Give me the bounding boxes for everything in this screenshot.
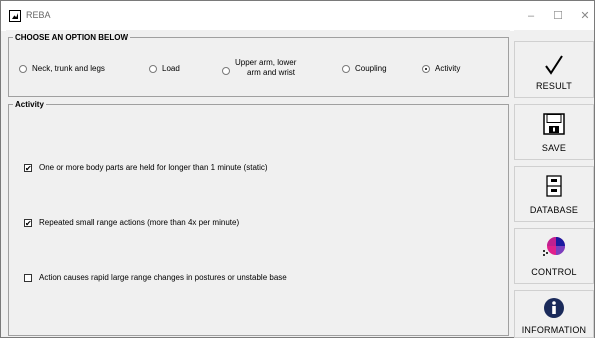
radio-activity[interactable] [422, 64, 430, 73]
checkbox-static[interactable]: ✔ [24, 163, 32, 172]
information-button[interactable]: INFORMATION [514, 290, 594, 338]
result-button[interactable]: RESULT [514, 41, 594, 98]
checkbox-repeated[interactable]: ✔ [24, 218, 32, 227]
option-activity[interactable]: Activity [422, 64, 460, 73]
radio-load[interactable] [149, 64, 157, 73]
activity-group: Activity ✔ One or more body parts are he… [8, 100, 509, 336]
options-legend: CHOOSE AN OPTION BELOW [15, 33, 129, 42]
toolbar: RESULT SAVE DATABASE CONTROL INFORMATION [514, 30, 594, 338]
option-label-upper-arm: Upper arm, lower arm and wrist [235, 58, 296, 78]
option-label-line2: arm and wrist [247, 68, 296, 77]
checkbox-rapid[interactable] [24, 273, 32, 282]
activity-item-rapid[interactable]: Action causes rapid large range changes … [24, 273, 287, 282]
app-chart-icon [9, 10, 21, 22]
option-load[interactable]: Load [149, 64, 180, 73]
database-label: DATABASE [529, 205, 579, 215]
option-label: Load [162, 64, 180, 73]
control-label: CONTROL [531, 267, 577, 277]
activity-label: One or more body parts are held for long… [39, 163, 268, 172]
option-label: Neck, trunk and legs [32, 64, 105, 73]
activity-label: Action causes rapid large range changes … [39, 273, 287, 282]
radio-neck-trunk-legs[interactable] [19, 64, 27, 73]
title-bar: REBA – ☐ ✕ [1, 1, 594, 31]
option-label-line1: Upper arm, lower [235, 58, 297, 67]
option-label: Activity [435, 64, 461, 73]
radio-upper-arm[interactable] [222, 67, 230, 75]
cabinet-icon [546, 175, 562, 197]
activity-legend: Activity [15, 100, 44, 109]
activity-label: Repeated small range actions (more than … [39, 218, 240, 227]
option-upper-arm[interactable]: Upper arm, lower arm and wrist [222, 58, 296, 78]
activity-item-static[interactable]: ✔ One or more body parts are held for lo… [24, 163, 268, 172]
database-button[interactable]: DATABASE [514, 166, 594, 222]
save-button[interactable]: SAVE [514, 104, 594, 160]
checkmark-icon [545, 55, 563, 75]
option-neck-trunk-legs[interactable]: Neck, trunk and legs [19, 64, 105, 73]
window-title: REBA [26, 10, 51, 20]
option-label: Coupling [355, 64, 387, 73]
option-coupling[interactable]: Coupling [342, 64, 387, 73]
activity-item-repeated[interactable]: ✔ Repeated small range actions (more tha… [24, 218, 239, 227]
maximize-button[interactable]: ☐ [548, 7, 568, 25]
pie-chart-icon [543, 237, 565, 256]
information-label: INFORMATION [521, 325, 587, 335]
minimize-button[interactable]: – [521, 7, 541, 25]
save-label: SAVE [541, 143, 567, 153]
main-panel: CHOOSE AN OPTION BELOW Neck, trunk and l… [6, 30, 510, 336]
control-button[interactable]: CONTROL [514, 228, 594, 284]
result-label: RESULT [535, 81, 573, 91]
close-button[interactable]: ✕ [575, 7, 595, 25]
radio-coupling[interactable] [342, 64, 350, 73]
info-icon [544, 298, 564, 318]
floppy-icon [543, 113, 565, 135]
options-group: CHOOSE AN OPTION BELOW Neck, trunk and l… [8, 33, 509, 97]
